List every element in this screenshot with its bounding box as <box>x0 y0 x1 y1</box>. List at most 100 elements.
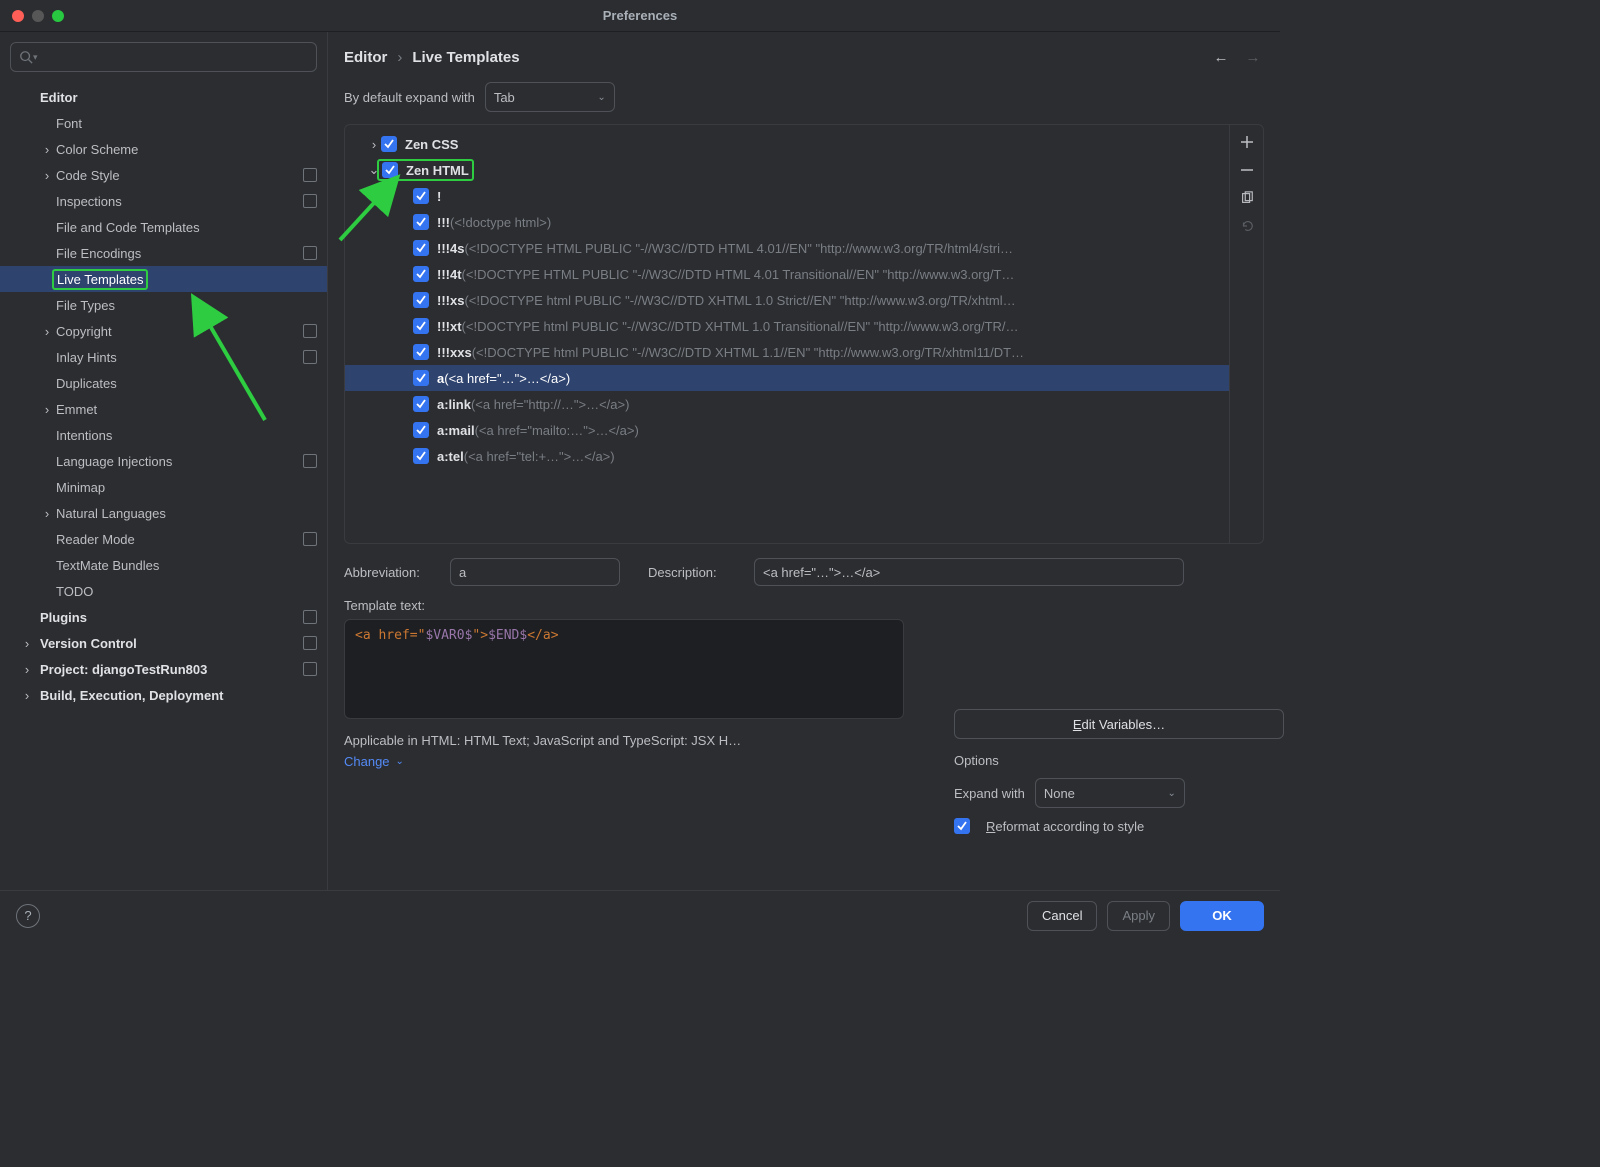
reformat-label: Reformat according to style <box>986 819 1144 834</box>
sidebar-item-label: Inlay Hints <box>56 350 303 365</box>
chevron-right-icon <box>40 246 54 260</box>
template-enabled-checkbox[interactable] <box>413 214 429 230</box>
sidebar-item-build-execution-deployment[interactable]: ›Build, Execution, Deployment <box>0 682 327 708</box>
sidebar-item-minimap[interactable]: Minimap <box>0 474 327 500</box>
template-group[interactable]: ⌄Zen HTML <box>345 157 1229 183</box>
copy-template-button[interactable] <box>1233 185 1261 211</box>
sidebar-item-duplicates[interactable]: Duplicates <box>0 370 327 396</box>
edit-variables-button[interactable]: Edit Variables… <box>954 709 1284 739</box>
sidebar-item-textmate-bundles[interactable]: TextMate Bundles <box>0 552 327 578</box>
sidebar-item-file-types[interactable]: File Types <box>0 292 327 318</box>
reformat-checkbox[interactable] <box>954 818 970 834</box>
window-titlebar: Preferences <box>0 0 1280 32</box>
template-item[interactable]: !!! (<!doctype html>) <box>345 209 1229 235</box>
template-enabled-checkbox[interactable] <box>413 240 429 256</box>
template-abbr: a:mail <box>437 423 475 438</box>
project-config-icon <box>303 610 317 624</box>
sidebar-item-color-scheme[interactable]: ›Color Scheme <box>0 136 327 162</box>
sidebar-item-font[interactable]: Font <box>0 110 327 136</box>
template-item[interactable]: !!!xxs (<!DOCTYPE html PUBLIC "-//W3C//D… <box>345 339 1229 365</box>
template-text-label: Template text: <box>344 598 1264 613</box>
chevron-right-icon <box>40 558 54 572</box>
sidebar-item-plugins[interactable]: Plugins <box>0 604 327 630</box>
sidebar-item-language-injections[interactable]: Language Injections <box>0 448 327 474</box>
template-item[interactable]: a:link (<a href="http://…">…</a>) <box>345 391 1229 417</box>
template-enabled-checkbox[interactable] <box>413 266 429 282</box>
template-abbr: !!!xt <box>437 319 462 334</box>
default-expand-select[interactable]: Tab ⌄ <box>485 82 615 112</box>
template-desc: (<a href="http://…">…</a>) <box>471 397 629 412</box>
template-enabled-checkbox[interactable] <box>413 370 429 386</box>
remove-template-button[interactable] <box>1233 157 1261 183</box>
sidebar-item-intentions[interactable]: Intentions <box>0 422 327 448</box>
settings-search-input[interactable] <box>42 50 308 65</box>
chevron-right-icon: › <box>367 137 381 152</box>
template-enabled-checkbox[interactable] <box>413 344 429 360</box>
search-filter-chevron-icon[interactable]: ▾ <box>33 52 38 63</box>
abbreviation-label: Abbreviation: <box>344 565 440 580</box>
template-enabled-checkbox[interactable] <box>413 448 429 464</box>
sidebar-item-inspections[interactable]: Inspections <box>0 188 327 214</box>
chevron-right-icon <box>40 454 54 468</box>
chevron-right-icon <box>40 220 54 234</box>
expand-with-label: Expand with <box>954 786 1025 801</box>
cancel-button[interactable]: Cancel <box>1027 901 1097 931</box>
template-enabled-checkbox[interactable] <box>413 422 429 438</box>
expand-with-select[interactable]: None ⌄ <box>1035 778 1185 808</box>
template-item[interactable]: !!!4t (<!DOCTYPE HTML PUBLIC "-//W3C//DT… <box>345 261 1229 287</box>
help-button[interactable]: ? <box>16 904 40 928</box>
sidebar-item-emmet[interactable]: ›Emmet <box>0 396 327 422</box>
nav-back-button[interactable]: ← <box>1210 46 1232 68</box>
sidebar-item-reader-mode[interactable]: Reader Mode <box>0 526 327 552</box>
template-enabled-checkbox[interactable] <box>382 162 398 178</box>
sidebar-item-file-encodings[interactable]: File Encodings <box>0 240 327 266</box>
template-item[interactable]: !!!xs (<!DOCTYPE html PUBLIC "-//W3C//DT… <box>345 287 1229 313</box>
description-label: Description: <box>648 565 744 580</box>
sidebar-item-editor[interactable]: Editor <box>0 84 327 110</box>
change-contexts-link[interactable]: Change <box>344 754 390 769</box>
sidebar-item-label: Intentions <box>56 428 317 443</box>
chevron-right-icon: › <box>40 324 54 338</box>
abbreviation-input[interactable] <box>450 558 620 586</box>
sidebar-item-file-and-code-templates[interactable]: File and Code Templates <box>0 214 327 240</box>
description-input[interactable] <box>754 558 1184 586</box>
apply-button: Apply <box>1107 901 1170 931</box>
template-enabled-checkbox[interactable] <box>413 318 429 334</box>
template-item[interactable]: a:tel (<a href="tel:+…">…</a>) <box>345 443 1229 469</box>
ok-button[interactable]: OK <box>1180 901 1264 931</box>
chevron-right-icon <box>40 532 54 546</box>
sidebar-item-label: Editor <box>40 90 317 105</box>
sidebar-item-copyright[interactable]: ›Copyright <box>0 318 327 344</box>
template-item[interactable]: a (<a href="…">…</a>) <box>345 365 1229 391</box>
add-template-button[interactable] <box>1233 129 1261 155</box>
chevron-right-icon <box>40 376 54 390</box>
sidebar-item-todo[interactable]: TODO <box>0 578 327 604</box>
template-enabled-checkbox[interactable] <box>381 136 397 152</box>
options-panel: Edit Variables… Options Expand with None… <box>954 709 1254 834</box>
sidebar-item-inlay-hints[interactable]: Inlay Hints <box>0 344 327 370</box>
chevron-right-icon <box>40 428 54 442</box>
search-icon <box>19 50 33 64</box>
sidebar-item-project-djangotestrun803[interactable]: ›Project: djangoTestRun803 <box>0 656 327 682</box>
template-text-editor[interactable]: <a href="$VAR0$">$END$</a> <box>344 619 904 719</box>
template-item[interactable]: !!!4s (<!DOCTYPE HTML PUBLIC "-//W3C//DT… <box>345 235 1229 261</box>
sidebar-item-live-templates[interactable]: Live Templates <box>0 266 327 292</box>
sidebar-item-label: TextMate Bundles <box>56 558 317 573</box>
sidebar-item-version-control[interactable]: ›Version Control <box>0 630 327 656</box>
sidebar-item-label: Version Control <box>40 636 303 651</box>
chevron-right-icon <box>40 116 54 130</box>
sidebar-item-label: Color Scheme <box>56 142 317 157</box>
sidebar-item-label: Inspections <box>56 194 303 209</box>
template-enabled-checkbox[interactable] <box>413 292 429 308</box>
template-item[interactable]: !!!xt (<!DOCTYPE html PUBLIC "-//W3C//DT… <box>345 313 1229 339</box>
template-enabled-checkbox[interactable] <box>413 396 429 412</box>
template-enabled-checkbox[interactable] <box>413 188 429 204</box>
template-group[interactable]: ›Zen CSS <box>345 131 1229 157</box>
template-item[interactable]: a:mail (<a href="mailto:…">…</a>) <box>345 417 1229 443</box>
settings-search[interactable]: ▾ <box>10 42 317 72</box>
sidebar-item-label: Build, Execution, Deployment <box>40 688 317 703</box>
breadcrumb-editor[interactable]: Editor <box>344 49 387 66</box>
sidebar-item-natural-languages[interactable]: ›Natural Languages <box>0 500 327 526</box>
sidebar-item-code-style[interactable]: ›Code Style <box>0 162 327 188</box>
template-item[interactable]: ! <box>345 183 1229 209</box>
